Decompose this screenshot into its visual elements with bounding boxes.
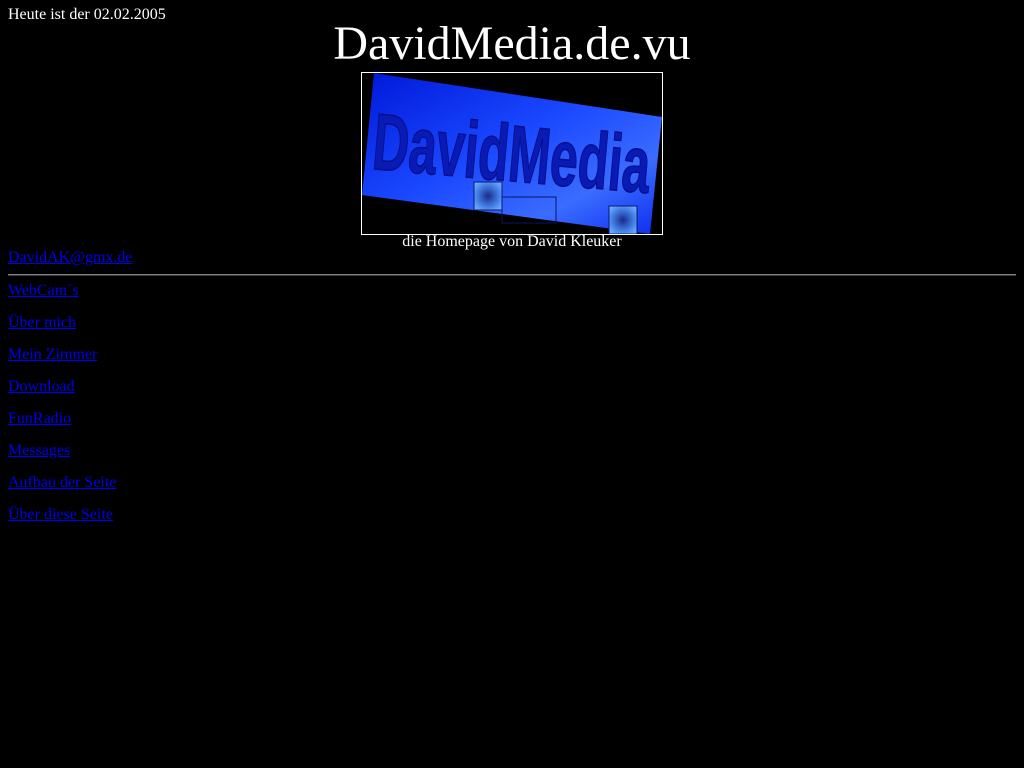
nav-link-mein-zimmer[interactable]: Mein Zimmer [8, 346, 97, 363]
nav-item: Mein Zimmer [8, 346, 116, 378]
nav-list: WebCam´s Über mich Mein Zimmer Download … [8, 282, 116, 538]
logo-square-right [608, 205, 638, 234]
nav-link-ueber-mich[interactable]: Über mich [8, 314, 76, 331]
email-link[interactable]: DavidAK@gmx.de [8, 249, 133, 267]
site-subtitle: die Homepage von David Kleuker [402, 233, 622, 250]
logo-square-left [473, 181, 503, 211]
nav-link-download[interactable]: Download [8, 378, 75, 395]
nav-item: Über diese Seite [8, 506, 116, 538]
nav-item: WebCam´s [8, 282, 116, 314]
nav-link-aufbau-der-seite[interactable]: Aufbau der Seite [8, 474, 116, 491]
nav-link-funradio[interactable]: FunRadio [8, 410, 71, 427]
divider [8, 274, 1016, 276]
logo-graphic: DavidMedia [362, 73, 662, 234]
site-logo-image: DavidMedia [361, 72, 663, 235]
nav-item: FunRadio [8, 410, 116, 442]
nav-link-messages[interactable]: Messages [8, 442, 70, 459]
nav-link-webcams[interactable]: WebCam´s [8, 282, 79, 299]
nav-item: Messages [8, 442, 116, 474]
page: Heute ist der 02.02.2005 DavidMedia.de.v… [0, 0, 1024, 768]
site-title: DavidMedia.de.vu [333, 17, 691, 70]
nav-item: Über mich [8, 314, 116, 346]
nav-link-ueber-diese-seite[interactable]: Über diese Seite [8, 506, 113, 523]
nav-item: Download [8, 378, 116, 410]
nav-item: Aufbau der Seite [8, 474, 116, 506]
